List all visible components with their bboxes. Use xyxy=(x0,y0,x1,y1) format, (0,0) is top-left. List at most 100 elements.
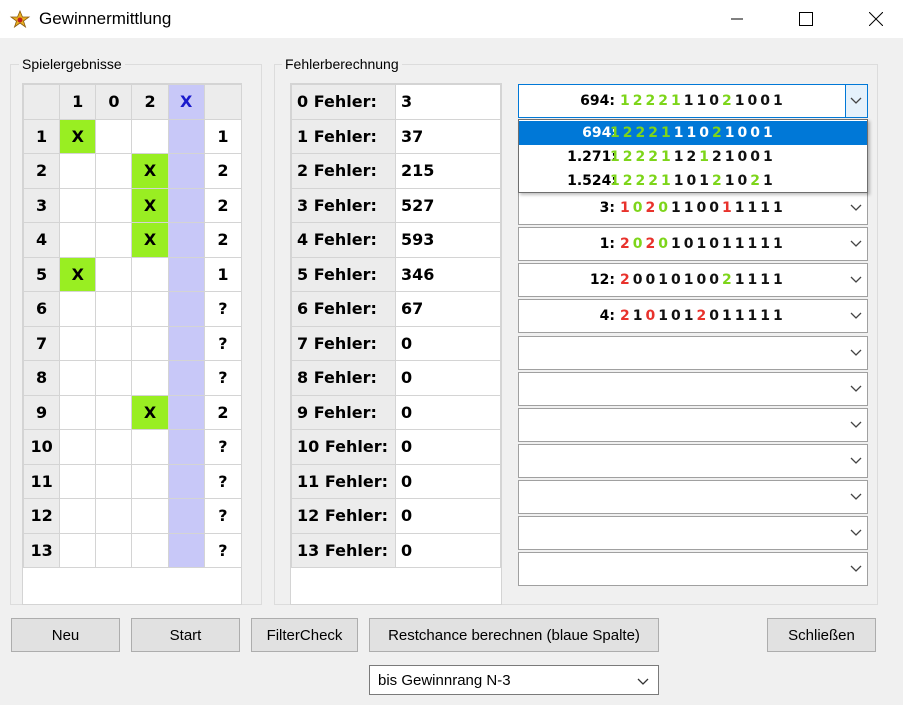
combo-digits: 1020110011111 xyxy=(620,200,786,216)
cell-2[interactable] xyxy=(131,118,169,154)
fehler-panel: 0 Fehler: 3 1 Fehler: 37 2 Fehler: 215 3 Fehle… xyxy=(290,83,502,605)
cell-2[interactable] xyxy=(131,429,169,465)
minimize-button[interactable] xyxy=(714,0,760,38)
cell-0[interactable] xyxy=(95,394,133,430)
combo-dropdown-list[interactable]: 694: 1222111021001 1.271: 1222112121001 1.52… xyxy=(518,119,868,193)
result-cell: 2 xyxy=(203,394,243,430)
cell-1[interactable]: X xyxy=(59,256,97,292)
cell-1[interactable] xyxy=(59,498,97,534)
cell-1[interactable]: X xyxy=(59,118,97,154)
cell-x[interactable] xyxy=(167,394,205,430)
dropdown-item[interactable]: 694: 1222111021001 xyxy=(519,121,867,145)
cell-1[interactable] xyxy=(59,325,97,361)
combo-box[interactable] xyxy=(518,336,868,370)
cell-x[interactable] xyxy=(167,360,205,396)
cell-0[interactable] xyxy=(95,360,133,396)
cell-x[interactable] xyxy=(167,429,205,465)
combo-box[interactable] xyxy=(518,516,868,550)
cell-0[interactable] xyxy=(95,463,133,499)
fehler-value: 346 xyxy=(395,256,501,292)
cell-x[interactable] xyxy=(167,291,205,327)
table-row: 3 X2 xyxy=(22,187,243,223)
dropdown-item[interactable]: 1.271: 1222112121001 xyxy=(519,145,867,169)
schliessen-button[interactable]: Schließen xyxy=(767,618,876,652)
neu-button[interactable]: Neu xyxy=(11,618,120,652)
cell-2[interactable]: X xyxy=(131,153,169,189)
cell-2[interactable] xyxy=(131,463,169,499)
combo-digits: 2020101011111 xyxy=(620,236,786,252)
gewinnrang-select[interactable]: bis Gewinnrang N-3 xyxy=(369,665,659,695)
combo-digits: 2101012011111 xyxy=(620,308,786,324)
cell-2[interactable] xyxy=(131,532,169,568)
combo-box[interactable] xyxy=(518,552,868,586)
cell-x[interactable] xyxy=(167,187,205,223)
cell-0[interactable] xyxy=(95,291,133,327)
cell-1[interactable] xyxy=(59,394,97,430)
cell-x[interactable] xyxy=(167,256,205,292)
table-row: 10? xyxy=(22,429,243,465)
restchance-button[interactable]: Restchance berechnen (blaue Spalte) xyxy=(369,618,659,652)
cell-2[interactable] xyxy=(131,325,169,361)
cell-0[interactable] xyxy=(95,325,133,361)
combo-box[interactable]: 1: 2020101011111 xyxy=(518,227,868,261)
cell-1[interactable] xyxy=(59,532,97,568)
filtercheck-button[interactable]: FilterCheck xyxy=(251,618,358,652)
cell-x[interactable] xyxy=(167,118,205,154)
dropdown-item[interactable]: 1.524: 1222110121021 xyxy=(519,169,867,193)
cell-0[interactable] xyxy=(95,256,133,292)
cell-1[interactable] xyxy=(59,222,97,258)
cell-2[interactable]: X xyxy=(131,394,169,430)
spielergebnisse-table: 1 0 2 X 1 X 1 2 X 2 3 X 2 4 X 2 5 X 1 6? 7? 8? 9 X 2 10? 11? 12? 13? xyxy=(22,84,243,568)
cell-0[interactable] xyxy=(95,222,133,258)
fehler-row: 7 Fehler: 0 xyxy=(291,325,501,361)
cell-0[interactable] xyxy=(95,153,133,189)
cell-x[interactable] xyxy=(167,153,205,189)
fehler-row: 11 Fehler: 0 xyxy=(291,463,501,499)
cell-0[interactable] xyxy=(95,429,133,465)
combo-box[interactable] xyxy=(518,372,868,406)
chevron-down-icon xyxy=(850,565,862,572)
combo-box[interactable]: 3: 1020110011111 xyxy=(518,191,868,225)
combo-box[interactable] xyxy=(518,408,868,442)
cell-1[interactable] xyxy=(59,360,97,396)
cell-2[interactable] xyxy=(131,360,169,396)
table-row: 2X2 xyxy=(22,153,243,189)
cell-1[interactable] xyxy=(59,291,97,327)
fehler-value: 0 xyxy=(395,429,501,465)
cell-x[interactable] xyxy=(167,463,205,499)
cell-2[interactable] xyxy=(131,256,169,292)
gewinnrang-select-value: bis Gewinnrang N-3 xyxy=(378,672,511,689)
fehler-label: 11 Fehler: xyxy=(291,463,396,499)
combo-count: 1: xyxy=(599,236,615,252)
combo-box[interactable] xyxy=(518,444,868,478)
close-icon xyxy=(869,12,883,26)
combo-box[interactable] xyxy=(518,480,868,514)
cell-1[interactable] xyxy=(59,187,97,223)
chevron-down-icon xyxy=(850,97,862,104)
close-button[interactable] xyxy=(853,0,899,38)
cell-1[interactable] xyxy=(59,463,97,499)
combo-box[interactable]: 12: 2001010021111 xyxy=(518,263,868,297)
cell-0[interactable] xyxy=(95,532,133,568)
start-button[interactable]: Start xyxy=(131,618,240,652)
cell-2[interactable] xyxy=(131,498,169,534)
row-number: 5 xyxy=(22,256,61,292)
combo-box[interactable]: 4: 2101012011111 xyxy=(518,299,868,333)
cell-x[interactable] xyxy=(167,498,205,534)
cell-0[interactable] xyxy=(95,187,133,223)
cell-x[interactable] xyxy=(167,222,205,258)
combo-box[interactable]: 694: 1222111021001 xyxy=(518,84,868,118)
cell-x[interactable] xyxy=(167,325,205,361)
cell-1[interactable] xyxy=(59,153,97,189)
cell-1[interactable] xyxy=(59,429,97,465)
cell-0[interactable] xyxy=(95,118,133,154)
minimize-icon xyxy=(731,18,743,20)
maximize-button[interactable] xyxy=(783,0,829,38)
cell-0[interactable] xyxy=(95,498,133,534)
fehler-row: 4 Fehler: 593 xyxy=(291,222,501,258)
cell-2[interactable]: X xyxy=(131,187,169,223)
cell-2[interactable]: X xyxy=(131,222,169,258)
cell-2[interactable] xyxy=(131,291,169,327)
row-number: 11 xyxy=(22,463,61,499)
cell-x[interactable] xyxy=(167,532,205,568)
